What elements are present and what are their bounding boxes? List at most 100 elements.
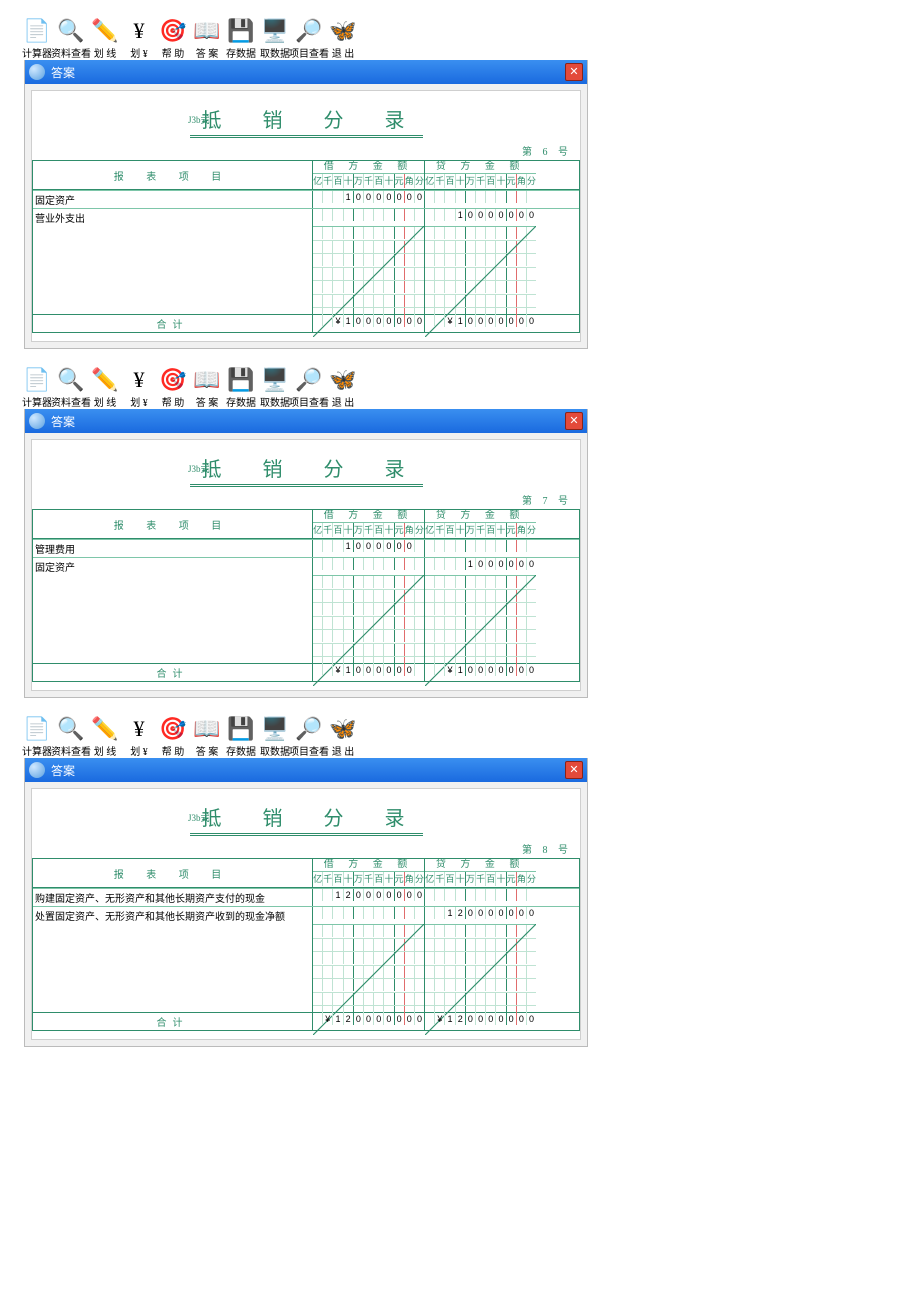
toolbar-button-划 线[interactable]: ✏️划 线 xyxy=(88,366,122,409)
toolbar-label: 计算器 xyxy=(22,743,52,758)
toolbar-button-计算器[interactable]: 📄计算器 xyxy=(20,715,54,758)
amount-cell xyxy=(465,979,475,991)
amount-cell xyxy=(506,630,516,642)
amount-cell xyxy=(383,227,393,239)
amount-cell: 2 xyxy=(455,1013,465,1025)
amount-cell xyxy=(332,925,342,937)
amount-cell xyxy=(394,227,404,239)
amount-cell xyxy=(394,952,404,964)
unit-cell: 十 xyxy=(383,523,393,537)
amount-cell xyxy=(444,590,454,602)
amount-cell: 0 xyxy=(353,1013,363,1025)
amount-cell xyxy=(353,617,363,629)
toolbar-button-帮 助[interactable]: 🎯帮 助 xyxy=(156,366,190,409)
toolbar-label: 划 线 xyxy=(94,394,117,409)
amount-cell xyxy=(383,939,393,951)
toolbar-button-划 ¥[interactable]: ¥划 ¥ xyxy=(122,715,156,758)
amount-cell xyxy=(363,617,373,629)
toolbar-icon: 📄 xyxy=(23,366,51,394)
amount-cell xyxy=(383,281,393,293)
amount-cell: 0 xyxy=(383,889,393,901)
amount-cell xyxy=(506,939,516,951)
document-title: 抵 销 分 录 xyxy=(190,104,423,138)
toolbar-button-项目查看[interactable]: 🔎项目查看 xyxy=(292,17,326,60)
amount-cell xyxy=(516,617,526,629)
toolbar-button-划 ¥[interactable]: ¥划 ¥ xyxy=(122,17,156,60)
amount-cell xyxy=(434,907,444,919)
toolbar-label: 计算器 xyxy=(22,394,52,409)
toolbar-button-答 案[interactable]: 📖答 案 xyxy=(190,366,224,409)
amount-cell xyxy=(332,617,342,629)
toolbar-button-计算器[interactable]: 📄计算器 xyxy=(20,17,54,60)
amount-cell xyxy=(425,966,434,978)
amount-cell xyxy=(394,979,404,991)
amount-cell xyxy=(485,281,495,293)
amount-cell xyxy=(322,209,332,221)
unit-cell: 角 xyxy=(516,872,526,886)
amount-cell xyxy=(332,281,342,293)
toolbar-button-资料查看[interactable]: 🔍资料查看 xyxy=(54,366,88,409)
amount-cell xyxy=(414,925,424,937)
item-header: 报 表 项 目 xyxy=(33,510,312,538)
ledger-row: 固定资产1000000 xyxy=(33,557,579,575)
amount-cell xyxy=(475,644,485,656)
amount-cell xyxy=(363,630,373,642)
amount-cell xyxy=(394,617,404,629)
toolbar-button-存数据[interactable]: 💾存数据 xyxy=(224,17,258,60)
amount-cell xyxy=(425,191,434,203)
amount-cell xyxy=(425,939,434,951)
amount-cell xyxy=(526,979,536,991)
amount-cell xyxy=(516,191,526,203)
amount-cell xyxy=(313,590,322,602)
amount-cell: 1 xyxy=(343,664,353,676)
toolbar-button-计算器[interactable]: 📄计算器 xyxy=(20,366,54,409)
credit-header: 贷 方 金 额亿千百十万千百十元角分 xyxy=(424,859,536,887)
close-icon[interactable]: ✕ xyxy=(565,63,583,81)
form-code: J3b式 xyxy=(188,113,210,126)
unit-cell: 千 xyxy=(363,872,373,886)
toolbar-button-退 出[interactable]: 🦋退 出 xyxy=(326,715,360,758)
toolbar-button-帮 助[interactable]: 🎯帮 助 xyxy=(156,17,190,60)
toolbar-button-项目查看[interactable]: 🔎项目查看 xyxy=(292,366,326,409)
amount-cell xyxy=(322,227,332,239)
amount-cell xyxy=(495,281,505,293)
toolbar-button-划 线[interactable]: ✏️划 线 xyxy=(88,17,122,60)
amount-cell: 1 xyxy=(455,315,465,327)
amount-cell: 0 xyxy=(506,558,516,570)
toolbar-button-资料查看[interactable]: 🔍资料查看 xyxy=(54,17,88,60)
amount-cell xyxy=(313,993,322,1005)
toolbar-button-退 出[interactable]: 🦋退 出 xyxy=(326,17,360,60)
toolbar-button-划 ¥[interactable]: ¥划 ¥ xyxy=(122,366,156,409)
toolbar-button-答 案[interactable]: 📖答 案 xyxy=(190,17,224,60)
unit-cell: 十 xyxy=(455,174,465,188)
amount-cell: 0 xyxy=(394,540,404,552)
amount-cell xyxy=(434,191,444,203)
toolbar-button-取数据[interactable]: 🖥️取数据 xyxy=(258,715,292,758)
toolbar-button-存数据[interactable]: 💾存数据 xyxy=(224,366,258,409)
amount-cell xyxy=(434,617,444,629)
amount-cell xyxy=(465,939,475,951)
amount-cell: 1 xyxy=(332,889,342,901)
close-icon[interactable]: ✕ xyxy=(565,761,583,779)
amount-cell xyxy=(506,295,516,307)
amount-cell xyxy=(383,993,393,1005)
toolbar-button-帮 助[interactable]: 🎯帮 助 xyxy=(156,715,190,758)
amount-cell xyxy=(404,281,414,293)
amount-cell xyxy=(516,295,526,307)
toolbar-label: 项目查看 xyxy=(289,45,329,60)
toolbar-button-取数据[interactable]: 🖥️取数据 xyxy=(258,366,292,409)
amount-cell xyxy=(425,576,434,588)
close-icon[interactable]: ✕ xyxy=(565,412,583,430)
toolbar-label: 划 线 xyxy=(94,743,117,758)
toolbar-button-划 线[interactable]: ✏️划 线 xyxy=(88,715,122,758)
toolbar-button-资料查看[interactable]: 🔍资料查看 xyxy=(54,715,88,758)
toolbar-button-取数据[interactable]: 🖥️取数据 xyxy=(258,17,292,60)
toolbar-button-退 出[interactable]: 🦋退 出 xyxy=(326,366,360,409)
toolbar-icon: 🖥️ xyxy=(261,366,289,394)
toolbar-button-答 案[interactable]: 📖答 案 xyxy=(190,715,224,758)
amount-cell xyxy=(322,281,332,293)
toolbar-button-项目查看[interactable]: 🔎项目查看 xyxy=(292,715,326,758)
unit-cell: 角 xyxy=(516,174,526,188)
amount-cell xyxy=(363,925,373,937)
toolbar-button-存数据[interactable]: 💾存数据 xyxy=(224,715,258,758)
